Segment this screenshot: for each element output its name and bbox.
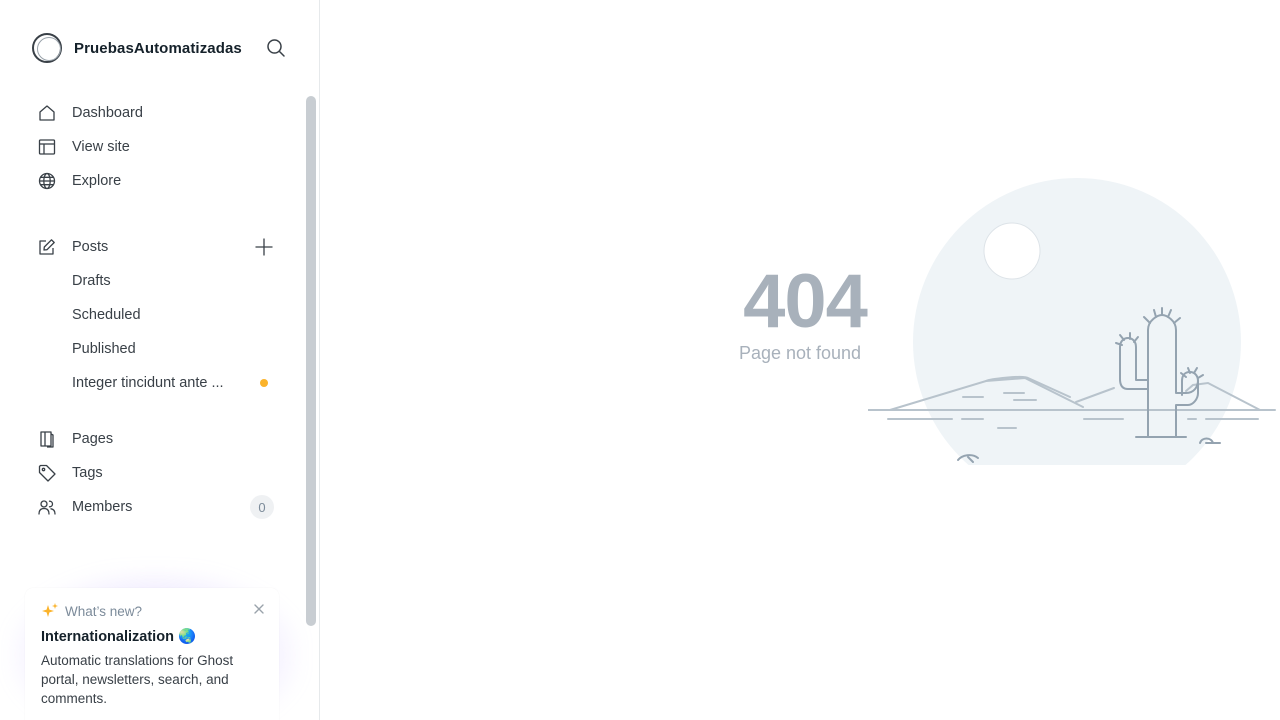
whats-new-header: What’s new? xyxy=(41,602,263,620)
whats-new-heading: What’s new? xyxy=(65,603,143,619)
site-name: PruebasAutomatizadas xyxy=(74,39,242,57)
globe-icon xyxy=(38,172,56,190)
whats-new-title: Internationalization 🌏 xyxy=(41,629,197,645)
sidebar-item-label: Tags xyxy=(72,465,103,481)
sidebar-item-tags[interactable]: Tags xyxy=(38,459,274,487)
sidebar-item-members[interactable]: Members 0 xyxy=(38,493,274,521)
sidebar-item-view-site[interactable]: View site xyxy=(38,133,274,161)
close-button[interactable] xyxy=(253,602,265,614)
site-brand[interactable]: PruebasAutomatizadas xyxy=(32,32,242,64)
whats-new-body: Automatic translations for Ghost portal,… xyxy=(41,653,234,706)
sidebar-item-label: Scheduled xyxy=(72,307,141,323)
sidebar-item-posts[interactable]: Posts xyxy=(38,233,274,261)
sidebar-item-label: View site xyxy=(72,139,130,155)
tag-icon xyxy=(38,464,56,482)
members-icon xyxy=(38,498,56,516)
sidebar-item-saved-view[interactable]: Integer tincidunt ante ... xyxy=(38,369,274,397)
members-count-badge: 0 xyxy=(250,495,274,519)
search-button[interactable] xyxy=(264,36,288,60)
sidebar-item-label: Integer tincidunt ante ... xyxy=(72,375,224,391)
sidebar-item-explore[interactable]: Explore xyxy=(38,167,274,195)
page-icon xyxy=(38,430,56,448)
sidebar-item-published[interactable]: Published xyxy=(38,335,274,363)
sidebar-item-label: Explore xyxy=(72,173,122,189)
plus-icon xyxy=(255,238,273,256)
sidebar-item-pages[interactable]: Pages xyxy=(38,425,274,453)
new-post-button[interactable] xyxy=(254,237,274,257)
sidebar-item-scheduled[interactable]: Scheduled xyxy=(38,301,274,329)
sidebar-scrollbar[interactable] xyxy=(306,96,316,626)
sidebar-item-drafts[interactable]: Drafts xyxy=(38,267,274,295)
error-message: Page not found xyxy=(738,343,862,363)
sidebar-item-label: Published xyxy=(72,341,136,357)
home-icon xyxy=(38,104,56,122)
close-icon xyxy=(254,604,264,614)
site-logo-icon xyxy=(32,33,62,63)
pencil-square-icon xyxy=(38,238,56,256)
desert-cactus-illustration xyxy=(868,178,1276,465)
sidebar-item-label: Posts xyxy=(72,239,109,255)
search-icon xyxy=(267,39,285,57)
sidebar-item-dashboard[interactable]: Dashboard xyxy=(38,99,274,127)
sidebar: PruebasAutomatizadas Dashboard View site… xyxy=(0,0,320,720)
sidebar-item-label: Drafts xyxy=(72,273,111,289)
sparkle-icon xyxy=(42,603,58,617)
status-dot xyxy=(260,379,268,387)
error-code: 404 xyxy=(743,259,868,344)
layout-icon xyxy=(38,138,56,156)
sidebar-item-label: Members xyxy=(72,499,133,515)
main-content: 404 Page not found xyxy=(320,0,1280,720)
whats-new-card[interactable]: What’s new? Internationalization 🌏 Autom… xyxy=(25,588,279,720)
sidebar-item-label: Pages xyxy=(72,431,114,447)
sidebar-item-label: Dashboard xyxy=(72,105,143,121)
